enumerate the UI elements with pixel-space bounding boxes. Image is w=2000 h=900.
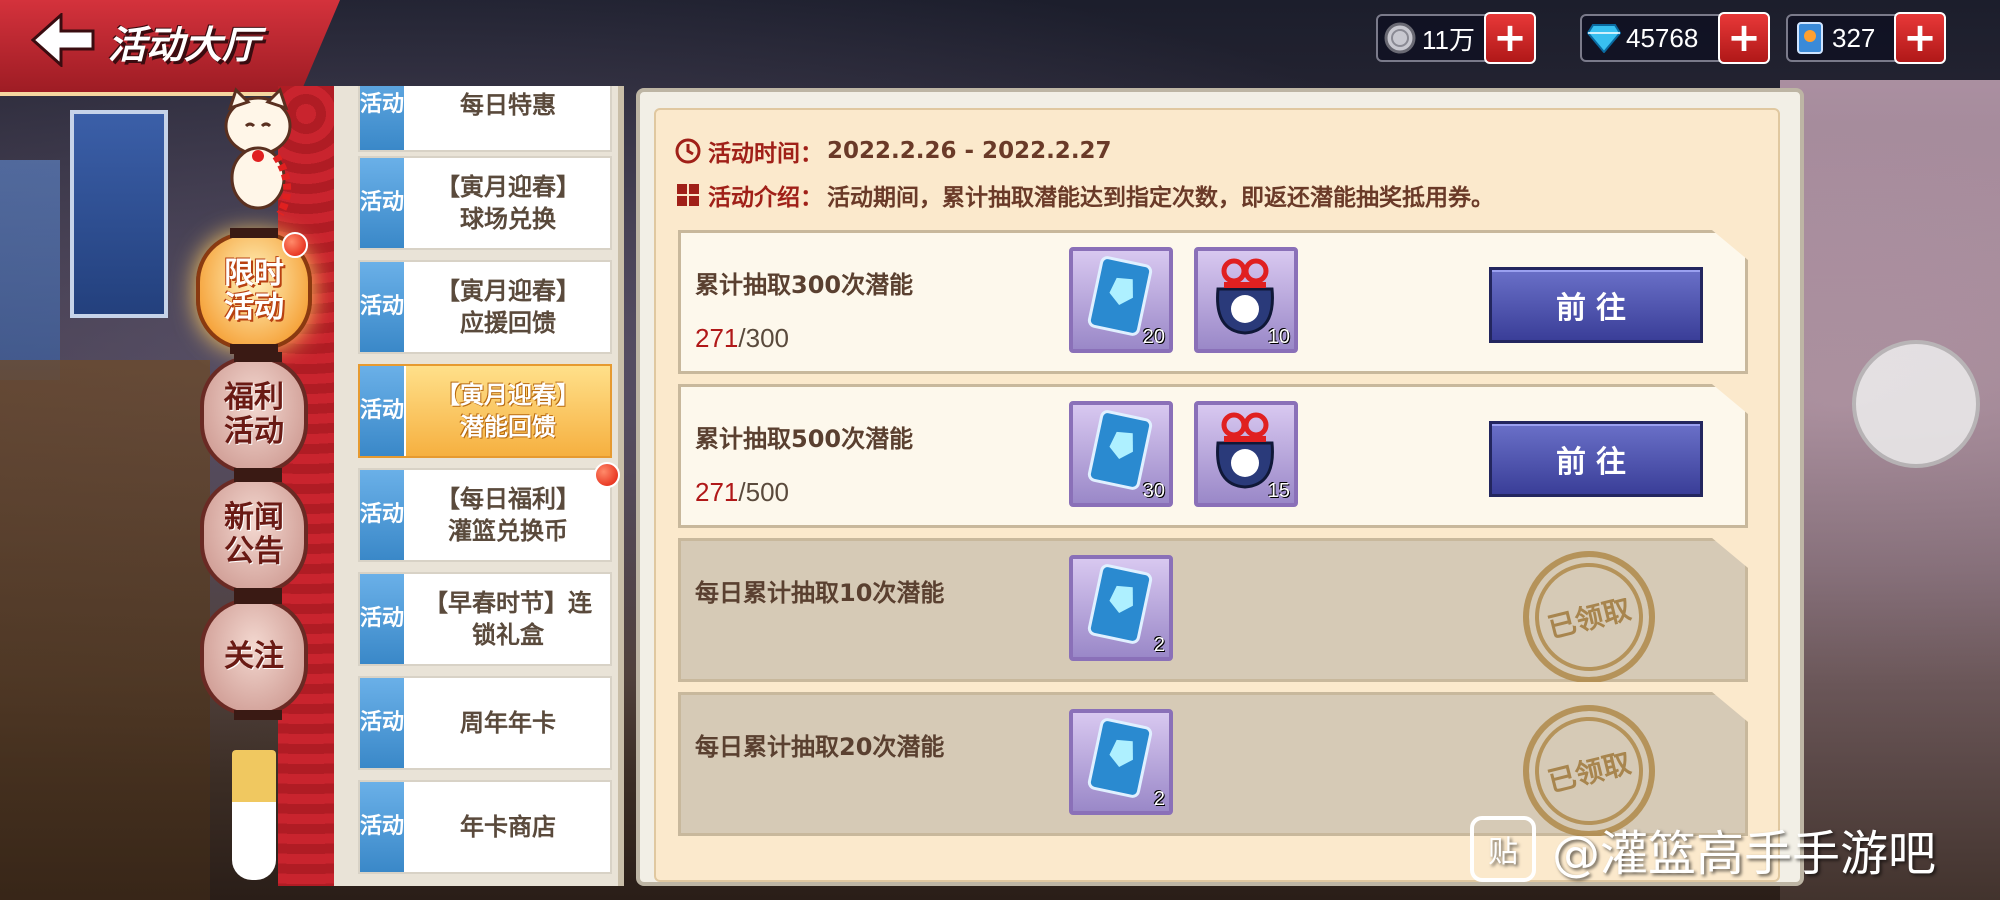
diamond-icon: [1586, 20, 1622, 56]
background-banner: [0, 160, 60, 380]
background-stall: [0, 360, 210, 900]
add-diamond-button[interactable]: +: [1718, 12, 1770, 64]
activity-tag: 活动: [360, 678, 406, 768]
activity-tag: 活动: [360, 86, 406, 150]
activity-tag: 活动: [360, 366, 406, 456]
back-arrow-icon: [31, 13, 95, 67]
back-button[interactable]: [28, 10, 98, 70]
task-card-claimed: 每日累计抽取10次潜能 2 已领取: [678, 538, 1748, 682]
goto-button[interactable]: 前往: [1489, 267, 1703, 343]
potential-ticket-icon: [1087, 256, 1153, 336]
claimed-stamp: 已领取: [1508, 538, 1670, 682]
potential-ticket-icon: [1087, 718, 1153, 798]
reward-ticket[interactable]: 20: [1069, 247, 1173, 353]
page-title: 活动大厅: [108, 23, 261, 67]
category-follow[interactable]: 关注: [200, 594, 308, 720]
activity-annual-card-shop[interactable]: 活动 年卡商店: [358, 780, 612, 874]
notification-badge: [282, 232, 308, 258]
reward-lucky-bag[interactable]: 15: [1194, 401, 1298, 507]
reward-lucky-bag[interactable]: 10: [1194, 247, 1298, 353]
currency-silver: 11万 +: [1376, 12, 1536, 64]
background-blossom: [1780, 80, 2000, 900]
watermark: 贴 @灌篮高手手游吧: [1470, 814, 1936, 884]
activity-tag: 活动: [360, 782, 406, 872]
currency-ticket: 327 +: [1786, 12, 1946, 64]
activity-potential-reward[interactable]: 活动 【寅月迎春】 潜能回馈: [358, 364, 612, 458]
potential-ticket-icon: [1087, 410, 1153, 490]
ticket-card-icon: [1792, 20, 1828, 56]
activity-support-reward[interactable]: 活动 【寅月迎春】 应援回馈: [358, 260, 612, 354]
task-card: 累计抽取300次潜能 271/300 20 10 前往: [678, 230, 1748, 374]
top-bar: 活动大厅 11万 + 45768 + 327 +: [0, 0, 2000, 96]
activity-detail-panel: 活动时间： 2022.2.26 - 2022.2.27 活动介绍： 活动期间，累…: [654, 108, 1780, 882]
notification-badge: [594, 462, 620, 488]
activity-tag: 活动: [360, 470, 406, 560]
silver-coin-icon: [1382, 20, 1418, 56]
activity-intro: 活动介绍： 活动期间，累计抽取潜能达到指定次数，即返还潜能抽奖抵用券。: [674, 178, 1494, 212]
task-card: 累计抽取500次潜能 271/500 30 15 前往: [678, 384, 1748, 528]
lucky-bag-icon: [1216, 412, 1274, 489]
activity-dunk-coin-exchange[interactable]: 活动 【每日福利】 灌篮兑换币: [358, 468, 612, 562]
activity-court-exchange[interactable]: 活动 【寅月迎春】 球场兑换: [358, 156, 612, 250]
lucky-bag-icon: [1216, 258, 1274, 335]
activity-list[interactable]: 活动 每日特惠 活动 【寅月迎春】 球场兑换 活动 【寅月迎春】 应援回馈 活动 【…: [334, 86, 624, 886]
clock-icon: [674, 137, 702, 165]
activity-tag: 活动: [360, 158, 406, 248]
tieba-logo-icon: 贴: [1470, 816, 1536, 882]
task-progress: 271/300: [695, 323, 789, 353]
category-welfare-activity[interactable]: 福利 活动: [200, 352, 308, 478]
reward-ticket[interactable]: 2: [1069, 555, 1173, 661]
potential-ticket-icon: [1087, 564, 1153, 644]
goto-button[interactable]: 前往: [1489, 421, 1703, 497]
activity-anniversary-card[interactable]: 活动 周年年卡: [358, 676, 612, 770]
grid-icon: [674, 181, 702, 209]
lantern-tassel: [232, 750, 276, 880]
currency-diamond: 45768 +: [1580, 12, 1770, 64]
activity-daily-deal[interactable]: 活动 每日特惠: [358, 86, 612, 152]
add-silver-button[interactable]: +: [1484, 12, 1536, 64]
activity-spring-gift-box[interactable]: 活动 【早春时节】连 锁礼盒: [358, 572, 612, 666]
reward-ticket[interactable]: 2: [1069, 709, 1173, 815]
lucky-cat-icon: [216, 86, 300, 216]
add-ticket-button[interactable]: +: [1894, 12, 1946, 64]
background-flag: [70, 110, 168, 318]
task-progress: 271/500: [695, 477, 789, 507]
reward-ticket[interactable]: 30: [1069, 401, 1173, 507]
activity-tag: 活动: [360, 262, 406, 352]
background-panda: [1852, 340, 1980, 468]
category-news[interactable]: 新闻 公告: [200, 472, 308, 598]
activity-tag: 活动: [360, 574, 406, 664]
activity-time: 活动时间： 2022.2.26 - 2022.2.27: [674, 134, 1112, 168]
